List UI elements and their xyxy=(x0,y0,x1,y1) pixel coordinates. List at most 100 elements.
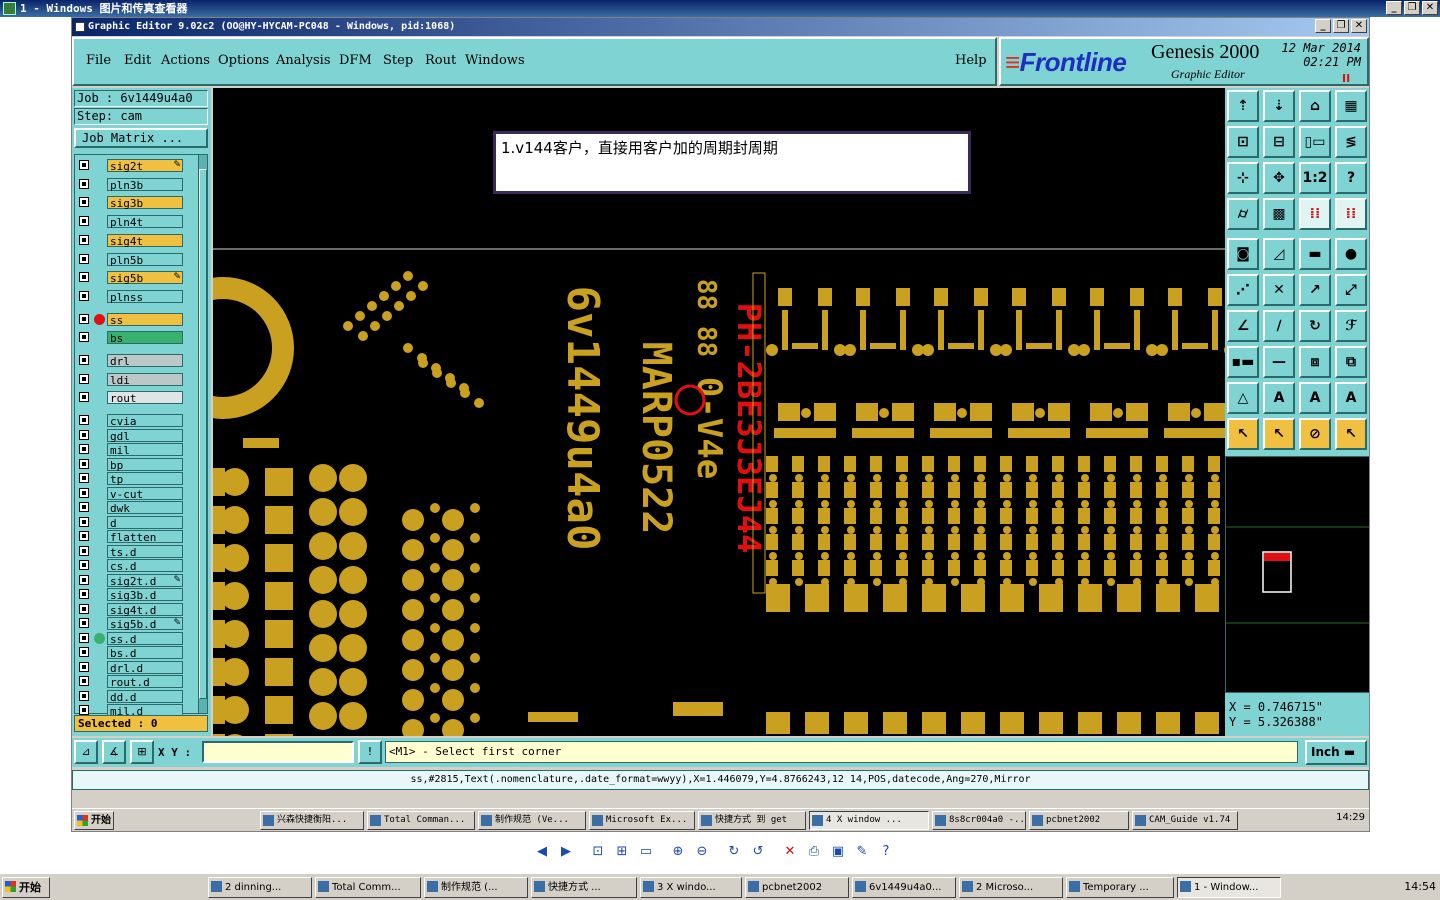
info-icon[interactable]: ! xyxy=(358,740,382,764)
menu-dfm[interactable]: DFM xyxy=(339,53,372,68)
layer-checkbox[interactable] xyxy=(79,647,89,658)
layer-checkbox[interactable] xyxy=(79,473,89,484)
layer-row-cs-d[interactable]: cs.d xyxy=(77,559,185,573)
pointer4-icon[interactable]: ↖ xyxy=(1335,418,1367,450)
actual-size-icon[interactable]: ⊞ xyxy=(610,840,634,862)
join-icon[interactable]: ↗ xyxy=(1299,274,1331,306)
layer-name[interactable]: dwk xyxy=(107,501,183,515)
open-icon[interactable]: ⇡ xyxy=(1227,90,1259,122)
layer-checkbox[interactable] xyxy=(79,603,89,614)
pause-icon[interactable]: II xyxy=(1342,72,1350,85)
pan-icon[interactable]: ✥ xyxy=(1263,162,1295,194)
layer-row-ldi[interactable]: ldi xyxy=(77,372,185,387)
taskbar-item[interactable]: Total Comm... xyxy=(315,877,421,898)
layer-name[interactable]: cs.d xyxy=(107,559,183,573)
zoom-out-icon[interactable]: ⊖ xyxy=(690,840,714,862)
layer-name[interactable]: ✎ sig5b xyxy=(107,271,183,285)
layer-name[interactable]: rout.d xyxy=(107,675,183,689)
layer-name[interactable]: ss xyxy=(107,312,183,327)
pointer-icon[interactable]: ↖ xyxy=(1227,418,1259,450)
layer-name[interactable]: ✎ sig2t.d xyxy=(107,573,183,588)
layer-row-flatten[interactable]: flatten xyxy=(77,530,185,544)
layer-row-cvia[interactable]: cvia xyxy=(77,414,185,428)
layer-row-sig4t[interactable]: sig4t xyxy=(77,233,185,248)
net2-icon[interactable]: ⁞⁞ xyxy=(1335,198,1367,230)
zoom-in-icon[interactable]: ⊕ xyxy=(666,840,690,862)
restore-button[interactable]: ❐ xyxy=(1404,1,1420,15)
layer-active-dot[interactable] xyxy=(94,632,105,644)
taskbar-item[interactable]: 2 dinning... xyxy=(208,877,312,898)
layer-row-sig2t[interactable]: ✎ sig2t xyxy=(77,159,185,173)
layer-name[interactable]: sig4t xyxy=(107,233,183,248)
layer-name[interactable]: bp xyxy=(107,457,183,472)
next-icon[interactable]: ▶ xyxy=(554,840,578,862)
layer-row-gdl[interactable]: gdl xyxy=(77,428,185,443)
edit-icon[interactable]: ✎ xyxy=(850,840,874,862)
layer-row-pln5b[interactable]: pln5b xyxy=(77,252,185,267)
layer-name[interactable]: pln5b xyxy=(107,252,183,267)
menu-edit[interactable]: Edit xyxy=(124,53,151,68)
layer-row-ss-d[interactable]: ss.d xyxy=(77,631,185,646)
layer-checkbox[interactable] xyxy=(79,373,89,384)
layer-checkbox[interactable] xyxy=(79,487,89,498)
menu-actions[interactable]: Actions xyxy=(161,53,210,68)
minus-icon[interactable]: — xyxy=(1263,346,1295,378)
layer-row-ts-d[interactable]: ts.d xyxy=(77,544,185,559)
layer-row-rout-d[interactable]: rout.d xyxy=(77,675,185,689)
layer-checkbox[interactable] xyxy=(79,160,89,170)
job-matrix-button[interactable]: Job Matrix ... xyxy=(74,128,208,148)
tri3-icon[interactable]: A xyxy=(1299,382,1331,414)
layer-checkbox[interactable] xyxy=(79,531,89,542)
layer-checkbox[interactable] xyxy=(79,290,89,301)
layer-name[interactable]: pln3b xyxy=(107,177,183,192)
taskbar-item[interactable]: CAM_Guide v1.74 xyxy=(1132,811,1238,830)
group-icon[interactable]: ⧉ xyxy=(1335,346,1367,378)
layer-name[interactable]: sig4t.d xyxy=(107,602,183,617)
save-icon[interactable]: ▣ xyxy=(826,840,850,862)
layer-checkbox[interactable] xyxy=(79,589,89,600)
layer-row-bs-d[interactable]: bs.d xyxy=(77,646,185,660)
cross-icon[interactable]: ✕ xyxy=(1263,274,1295,306)
layer-name[interactable]: ss.d xyxy=(107,631,183,646)
layer-checkbox[interactable] xyxy=(79,272,89,283)
vertex-icon[interactable]: ⤢ xyxy=(1335,274,1367,306)
layer-row-dwk[interactable]: dwk xyxy=(77,501,185,515)
layer-row-plnss[interactable]: plnss xyxy=(77,289,185,304)
layer-row-ss[interactable]: ss xyxy=(77,312,185,327)
taskbar-item[interactable]: 制作规范 (Ve... xyxy=(478,811,586,830)
line-icon[interactable]: ◿ xyxy=(1263,238,1295,270)
layer-name[interactable]: sig3b.d xyxy=(107,588,183,602)
tri1-icon[interactable]: △ xyxy=(1227,382,1259,414)
taskbar-item[interactable]: 快捷方式 到 get xyxy=(698,811,806,830)
minimize-button[interactable]: _ xyxy=(1386,1,1402,15)
menu-windows[interactable]: Windows xyxy=(465,53,525,68)
layer-name[interactable]: ✎ sig2t xyxy=(107,159,183,173)
layer-row-d[interactable]: d xyxy=(77,515,185,530)
snap-grid-icon[interactable]: ⊿ xyxy=(74,740,98,764)
angle-snap-icon[interactable]: ∡ xyxy=(102,740,126,764)
layer-row-sig4t-d[interactable]: sig4t.d xyxy=(77,602,185,617)
layer-checkbox[interactable] xyxy=(79,415,89,426)
grid-icon[interactable]: ▩ xyxy=(1263,198,1295,230)
units-select[interactable]: Inch ▬ xyxy=(1305,740,1367,765)
layer-row-tp[interactable]: tp xyxy=(77,472,185,486)
layer-checkbox[interactable] xyxy=(79,392,89,403)
zoom-out-icon[interactable]: ⊟ xyxy=(1263,126,1295,158)
close-button[interactable]: ✕ xyxy=(1422,1,1438,15)
layer-checkbox[interactable] xyxy=(79,332,89,343)
layer-active-dot[interactable] xyxy=(94,313,105,325)
layer-row-v-cut[interactable]: v-cut xyxy=(77,486,185,501)
taskbar-item[interactable]: 4 X window ... xyxy=(809,811,929,830)
taskbar-item[interactable]: 1 - Window... xyxy=(1177,877,1281,898)
xy-input[interactable] xyxy=(202,741,354,763)
layer-name[interactable]: dd.d xyxy=(107,689,183,704)
layer-checkbox[interactable] xyxy=(79,690,89,701)
taskbar-item[interactable]: 8s8cr004a0 -... xyxy=(932,811,1026,830)
layer-checkbox[interactable] xyxy=(79,429,89,440)
layer-checkbox[interactable] xyxy=(79,545,89,556)
taskbar-item[interactable]: pcbnet2002 xyxy=(1029,811,1129,830)
layer-name[interactable]: drl.d xyxy=(107,660,183,675)
print-icon[interactable]: ⎙ xyxy=(802,840,826,862)
layer-name[interactable]: tp xyxy=(107,472,183,486)
dash-icon[interactable]: ▪▬ xyxy=(1227,346,1259,378)
